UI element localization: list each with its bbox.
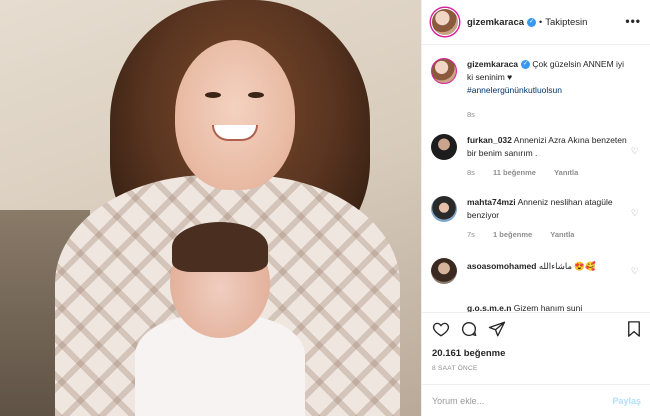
photo-eye-left bbox=[205, 92, 221, 98]
like-heart-icon[interactable] bbox=[432, 320, 450, 338]
comment-username[interactable]: asoasomohamed bbox=[467, 261, 536, 271]
heart-icon[interactable]: ♡ bbox=[631, 146, 639, 157]
heart-icon[interactable]: ♡ bbox=[631, 266, 639, 277]
comment-time: 8s bbox=[467, 168, 475, 177]
comment-time: 7s bbox=[467, 230, 475, 239]
comment-text: asoasomohamed ماشاءالله 😍🥰 bbox=[467, 260, 627, 273]
comment-icon[interactable] bbox=[460, 320, 478, 338]
comment-text: g.o.s.m.e.n Gizem hanım suni bbox=[467, 302, 627, 312]
comment-input[interactable]: Yorum ekle... bbox=[432, 396, 612, 406]
avatar[interactable] bbox=[431, 134, 457, 160]
reply-button[interactable]: Yanıtla bbox=[550, 230, 574, 239]
verified-badge-icon: ✓ bbox=[527, 17, 537, 27]
caption-username[interactable]: gizemkaraca bbox=[467, 59, 518, 69]
follow-status-button[interactable]: Takiptesin bbox=[545, 17, 587, 28]
comments-list[interactable]: gizemkaraca ✓ Çok güzelsin ANNEM iyi ki s… bbox=[422, 46, 650, 312]
post-time: 8 SAAT ÖNCE bbox=[432, 365, 478, 372]
comment-body: ماشاءالله 😍🥰 bbox=[538, 261, 596, 271]
bookmark-icon[interactable] bbox=[625, 320, 643, 338]
post-photo[interactable] bbox=[0, 0, 421, 416]
caption: gizemkaraca ✓ Çok güzelsin ANNEM iyi ki s… bbox=[431, 58, 643, 119]
side-panel: gizemkaraca ✓ • Takiptesin ••• gizemkara… bbox=[421, 0, 650, 416]
action-bar: 20.161 beğenme 8 SAAT ÖNCE bbox=[422, 312, 650, 384]
post-comment-button[interactable]: Paylaş bbox=[612, 396, 641, 406]
photo-mother-face bbox=[175, 40, 295, 190]
photo-eye-right bbox=[248, 92, 264, 98]
separator-dot: • bbox=[539, 17, 543, 27]
reply-button[interactable]: Yanıtla bbox=[554, 168, 578, 177]
verified-badge-icon: ✓ bbox=[521, 60, 531, 70]
comment-item: g.o.s.m.e.n Gizem hanım suni bbox=[431, 302, 643, 312]
comment-likes[interactable]: 1 beğenme bbox=[493, 230, 532, 239]
caption-meta: 8s bbox=[467, 110, 491, 119]
comment-item: asoasomohamed ماشاءالله 😍🥰 ♡ bbox=[431, 258, 643, 288]
hashtag-link[interactable]: #annelergününkutluolsun bbox=[467, 85, 562, 95]
comment-username[interactable]: furkan_032 bbox=[467, 135, 512, 145]
more-options-icon[interactable]: ••• bbox=[625, 14, 641, 28]
comment-username[interactable]: mahta74mzi bbox=[467, 197, 516, 207]
comment-text: mahta74mzi Anneniz neslihan atagüle benz… bbox=[467, 196, 627, 222]
comment-likes[interactable]: 11 beğenme bbox=[493, 168, 536, 177]
comment-item: mahta74mzi Anneniz neslihan atagüle benz… bbox=[431, 196, 643, 246]
avatar[interactable] bbox=[431, 196, 457, 222]
comment-meta: 8s 11 beğenme Yanıtla bbox=[467, 168, 594, 177]
heart-icon[interactable]: ♡ bbox=[631, 208, 639, 219]
caption-time: 8s bbox=[467, 110, 475, 119]
action-icons bbox=[432, 320, 506, 338]
caption-text: gizemkaraca ✓ Çok güzelsin ANNEM iyi ki s… bbox=[467, 58, 627, 97]
instagram-post: gizemkaraca ✓ • Takiptesin ••• gizemkara… bbox=[0, 0, 650, 416]
likes-count[interactable]: 20.161 beğenme bbox=[432, 348, 505, 359]
comment-body: Gizem hanım suni bbox=[513, 303, 583, 312]
comment-text: furkan_032 Annenizi Azra Akına benzeten … bbox=[467, 134, 627, 160]
header-username[interactable]: gizemkaraca bbox=[467, 17, 524, 28]
share-icon[interactable] bbox=[488, 320, 506, 338]
avatar[interactable] bbox=[431, 58, 457, 84]
post-header: gizemkaraca ✓ • Takiptesin ••• bbox=[422, 0, 650, 45]
comment-item: furkan_032 Annenizi Azra Akına benzeten … bbox=[431, 134, 643, 184]
add-comment-bar: Yorum ekle... Paylaş bbox=[422, 384, 650, 416]
avatar[interactable] bbox=[431, 258, 457, 284]
comment-meta: 7s 1 beğenme Yanıtla bbox=[467, 230, 590, 239]
avatar[interactable] bbox=[431, 8, 459, 36]
photo-baby-hair bbox=[172, 222, 268, 272]
comment-username[interactable]: g.o.s.m.e.n bbox=[467, 303, 511, 312]
